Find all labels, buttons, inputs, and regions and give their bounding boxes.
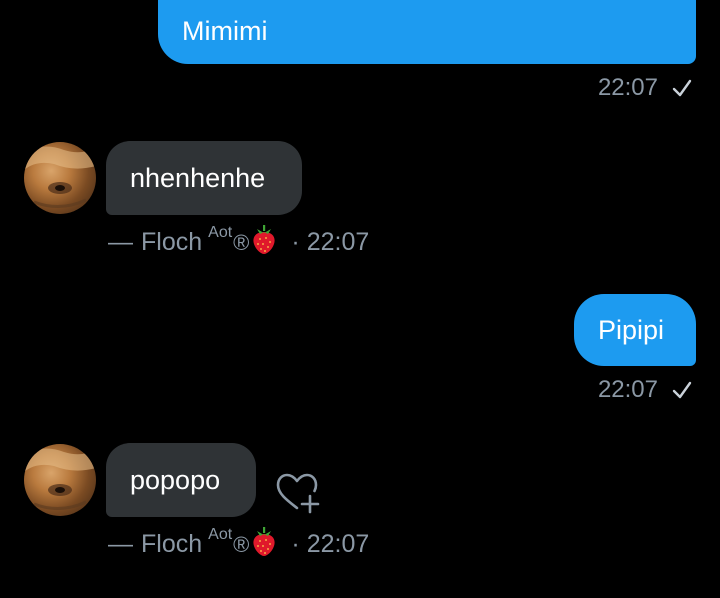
message-bubble-incoming[interactable]: nhenhenhe (106, 141, 302, 215)
message-bubble-outgoing[interactable]: Mimimi (158, 0, 696, 64)
checkmark-icon (672, 381, 692, 399)
registered-mark: ® (233, 229, 250, 255)
checkmark-icon (672, 79, 692, 97)
registered-mark: ® (233, 531, 250, 557)
message-text: Mimimi (182, 15, 268, 46)
message-text: popopo (130, 464, 221, 495)
meta-separator: · (291, 228, 300, 256)
message-text: Pipipi (598, 314, 665, 345)
message-time: 22:07 (306, 530, 370, 558)
chat-thread: Mimimi 22:07 nhenhenhe — Floch Aot ® · 2… (0, 0, 720, 598)
strawberry-icon (251, 224, 277, 261)
message-bubble-outgoing[interactable]: Pipipi (574, 294, 696, 366)
message-bubble-incoming[interactable]: popopo (106, 443, 256, 517)
meta-dash: — (108, 530, 133, 558)
sender-name[interactable]: Floch (141, 530, 202, 559)
avatar[interactable] (24, 444, 96, 516)
strawberry-icon (251, 526, 277, 563)
message-meta: — Floch Aot ® · 22:07 (108, 224, 369, 261)
sender-superscript: Aot (208, 223, 233, 241)
message-meta: — Floch Aot ® · 22:07 (108, 526, 369, 563)
message-time: 22:07 (597, 376, 658, 403)
message-meta: 22:07 (598, 376, 692, 404)
meta-dash: — (108, 228, 133, 256)
message-meta: 22:07 (598, 74, 692, 102)
avatar[interactable] (24, 142, 96, 214)
meta-separator: · (291, 530, 300, 558)
message-time: 22:07 (306, 228, 370, 256)
sender-superscript: Aot (208, 525, 233, 543)
message-text: nhenhenhe (130, 162, 266, 193)
heart-add-icon[interactable] (274, 470, 320, 516)
message-time: 22:07 (597, 74, 658, 101)
sender-name[interactable]: Floch (141, 228, 202, 257)
